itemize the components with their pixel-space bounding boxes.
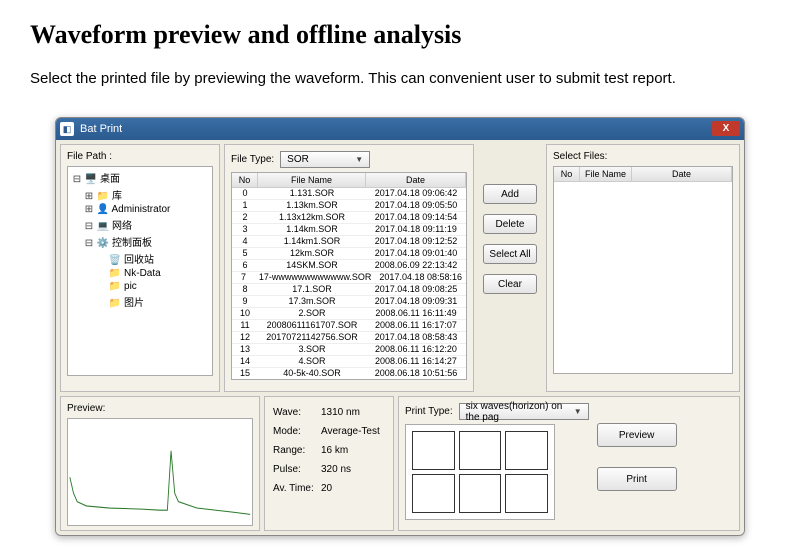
page-title: Waveform preview and offline analysis xyxy=(30,20,770,50)
app-window: ◧ Bat Print X File Path : ⊟ 🖥️ 桌面⊞ 📁 库⊞ … xyxy=(55,117,745,536)
window-title: Bat Print xyxy=(80,123,122,135)
printtype-label: Print Type: xyxy=(405,406,453,417)
filetype-selected: SOR xyxy=(287,154,309,165)
layout-thumb[interactable] xyxy=(412,431,455,470)
filetype-select[interactable]: SOR ▼ xyxy=(280,151,370,168)
table-row[interactable]: 614SKM.SOR2008.06.09 22:13:42 xyxy=(232,260,466,272)
tree-item[interactable]: ⊞ 📁 库 xyxy=(70,186,210,203)
table-row[interactable]: 1220170721142756.SOR2017.04.18 08:58:43 xyxy=(232,332,466,344)
page-description: Select the printed file by previewing th… xyxy=(30,70,770,87)
preview-panel: Preview: xyxy=(60,396,260,531)
col-no-header-r[interactable]: No xyxy=(554,167,580,181)
table-row[interactable]: 41.14km1.SOR2017.04.18 09:12:52 xyxy=(232,236,466,248)
range-label: Range: xyxy=(273,445,315,456)
delete-button[interactable]: Delete xyxy=(483,214,537,234)
col-filename-header-r[interactable]: File Name xyxy=(580,167,632,181)
grid-header-right: No File Name Date xyxy=(554,167,732,182)
table-row[interactable]: 31.14km.SOR2017.04.18 09:11:19 xyxy=(232,224,466,236)
table-row[interactable]: 1540-5k-40.SOR2008.06.18 10:51:56 xyxy=(232,368,466,378)
folder-tree[interactable]: ⊟ 🖥️ 桌面⊞ 📁 库⊞ 👤 Administrator⊟ 💻 网络⊟ ⚙️ … xyxy=(67,166,213,376)
waveform-svg xyxy=(68,419,252,525)
tree-item[interactable]: 📁 Nk-Data xyxy=(70,267,210,280)
col-no-header[interactable]: No xyxy=(232,173,258,187)
wave-label: Wave: xyxy=(273,407,315,418)
table-row[interactable]: 21.13x12km.SOR2017.04.18 09:14:54 xyxy=(232,212,466,224)
layout-thumb[interactable] xyxy=(505,431,548,470)
table-row[interactable]: 144.SOR2008.06.11 16:14:27 xyxy=(232,356,466,368)
chevron-down-icon: ▼ xyxy=(355,155,363,164)
range-value: 16 km xyxy=(321,445,348,456)
filetype-panel: File Type: SOR ▼ No File Name Date 01.13… xyxy=(224,144,474,392)
selectall-button[interactable]: Select All xyxy=(483,244,537,264)
printtype-panel: Print Type: six waves(horizon) on the pa… xyxy=(398,396,740,531)
printtype-select[interactable]: six waves(horizon) on the pag ▼ xyxy=(459,403,589,420)
col-date-header-r[interactable]: Date xyxy=(632,167,732,181)
tree-item[interactable]: 🗑️ 回收站 xyxy=(70,250,210,267)
mode-value: Average-Test xyxy=(321,426,380,437)
tree-item[interactable]: 📁 图片 xyxy=(70,293,210,310)
clear-button[interactable]: Clear xyxy=(483,274,537,294)
table-row[interactable]: 102.SOR2008.06.11 16:11:49 xyxy=(232,308,466,320)
layout-thumb[interactable] xyxy=(505,474,548,513)
file-list-grid[interactable]: No File Name Date 01.131.SOR2017.04.18 0… xyxy=(231,172,467,380)
window-body: File Path : ⊟ 🖥️ 桌面⊞ 📁 库⊞ 👤 Administrato… xyxy=(56,140,744,535)
app-icon: ◧ xyxy=(60,122,74,136)
table-row[interactable]: 512km.SOR2017.04.18 09:01:40 xyxy=(232,248,466,260)
selectfiles-label: Select Files: xyxy=(553,151,733,162)
layout-thumb[interactable] xyxy=(459,431,502,470)
table-row[interactable]: 11.13km.SOR2017.04.18 09:05:50 xyxy=(232,200,466,212)
tree-item[interactable]: ⊞ 👤 Administrator xyxy=(70,203,210,216)
chevron-down-icon: ▼ xyxy=(574,407,582,416)
tree-item[interactable]: ⊟ 💻 网络 xyxy=(70,216,210,233)
preview-button[interactable]: Preview xyxy=(597,423,677,447)
avtime-value: 20 xyxy=(321,483,332,494)
layout-thumbnails xyxy=(405,424,555,520)
selected-files-grid[interactable]: No File Name Date xyxy=(553,166,733,374)
mode-label: Mode: xyxy=(273,426,315,437)
col-filename-header[interactable]: File Name xyxy=(258,173,366,187)
close-button[interactable]: X xyxy=(712,121,740,136)
grid-header: No File Name Date xyxy=(232,173,466,188)
filepath-label: File Path : xyxy=(67,151,213,162)
col-date-header[interactable]: Date xyxy=(366,173,466,187)
params-panel: Wave: 1310 nm Mode: Average-Test Range: 16 … xyxy=(264,396,394,531)
add-button[interactable]: Add xyxy=(483,184,537,204)
layout-thumb[interactable] xyxy=(412,474,455,513)
filepath-panel: File Path : ⊟ 🖥️ 桌面⊞ 📁 库⊞ 👤 Administrato… xyxy=(60,144,220,392)
table-row[interactable]: 01.131.SOR2017.04.18 09:06:42 xyxy=(232,188,466,200)
filetype-label: File Type: xyxy=(231,154,274,165)
titlebar: ◧ Bat Print X xyxy=(56,118,744,140)
avtime-label: Av. Time: xyxy=(273,483,315,494)
pulse-label: Pulse: xyxy=(273,464,315,475)
tree-item[interactable]: 📁 pic xyxy=(70,280,210,293)
tree-item[interactable]: ⊟ 🖥️ 桌面 xyxy=(70,169,210,186)
table-row[interactable]: 917.3m.SOR2017.04.18 09:09:31 xyxy=(232,296,466,308)
table-row[interactable]: 817.1.SOR2017.04.18 09:08:25 xyxy=(232,284,466,296)
middle-buttons: Add Delete Select All Clear xyxy=(478,144,542,392)
right-buttons: Preview Print xyxy=(597,403,677,524)
table-row[interactable]: 717-wwwwwwwwwwww.SOR2017.04.18 08:58:16 xyxy=(232,272,466,284)
preview-label: Preview: xyxy=(67,403,253,414)
printtype-selected: six waves(horizon) on the pag xyxy=(466,401,574,423)
pulse-value: 320 ns xyxy=(321,464,351,475)
wave-value: 1310 nm xyxy=(321,407,360,418)
waveform-canvas xyxy=(67,418,253,526)
tree-item[interactable]: ⊟ ⚙️ 控制面板 xyxy=(70,233,210,250)
print-button[interactable]: Print xyxy=(597,467,677,491)
table-row[interactable]: 1120080611161707.SOR2008.06.11 16:17:07 xyxy=(232,320,466,332)
selectfiles-panel: Select Files: No File Name Date xyxy=(546,144,740,392)
table-row[interactable]: 133.SOR2008.06.11 16:12:20 xyxy=(232,344,466,356)
layout-thumb[interactable] xyxy=(459,474,502,513)
